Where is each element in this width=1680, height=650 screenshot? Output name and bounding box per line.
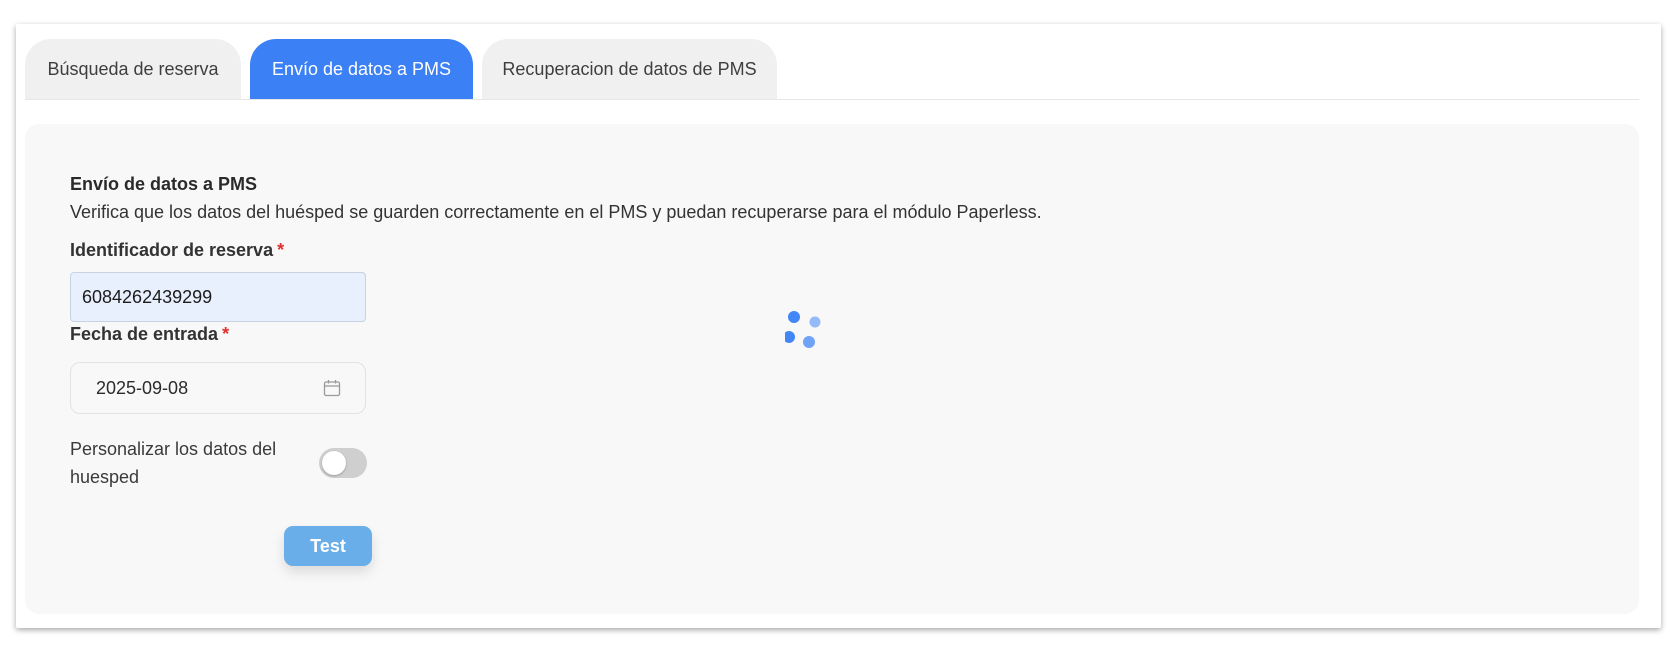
app-window: Búsqueda de reserva Envío de datos a PMS… [16,24,1661,628]
fecha-label: Fecha de entrada * [70,324,230,344]
form-panel: Envío de datos a PMS Verifica que los da… [25,124,1639,614]
reserva-input[interactable]: 6084262439299 [70,272,366,322]
toggle-label: Personalizar los datos del huesped [70,439,277,487]
section-title: Envío de datos a PMS [70,174,258,194]
tab-recuperacion-datos-pms[interactable]: Recuperacion de datos de PMS [482,39,777,99]
toggle-knob [322,451,346,475]
tab-label: Búsqueda de reserva [47,58,219,79]
test-button[interactable]: Test [284,526,372,566]
fecha-input[interactable]: 2025-09-08 [70,362,366,414]
reserva-value: 6084262439299 [82,286,213,307]
personalizar-toggle[interactable] [319,448,367,478]
reserva-label: Identificador de reserva * [70,240,285,260]
tab-busqueda-reserva[interactable]: Búsqueda de reserva [25,39,241,99]
section-description: Verifica que los datos del huésped se gu… [70,202,1042,222]
tab-label: Recuperacion de datos de PMS [502,58,757,79]
loading-spinner-icon [785,311,821,348]
tab-envio-datos-pms[interactable]: Envío de datos a PMS [250,39,473,99]
required-mark: * [222,324,230,344]
fecha-value: 2025-09-08 [96,377,189,398]
required-mark: * [277,240,285,260]
calendar-icon[interactable] [323,379,341,397]
tab-bar: Búsqueda de reserva Envío de datos a PMS… [25,39,1639,100]
tab-label: Envío de datos a PMS [271,58,452,79]
